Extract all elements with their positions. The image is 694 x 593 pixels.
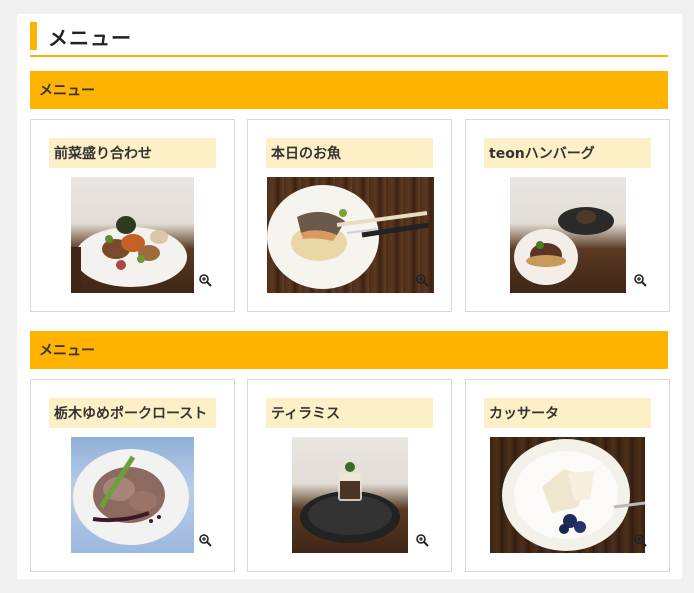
menu-item-photo[interactable] [267, 177, 434, 293]
menu-card[interactable]: teonハンバーグ [465, 119, 670, 312]
menu-item-name: teonハンバーグ [484, 138, 651, 168]
title-accent-bar [30, 22, 37, 50]
menu-item-photo[interactable] [490, 437, 645, 553]
zoom-in-icon[interactable] [416, 534, 429, 547]
menu-card[interactable]: 栃木ゆめポークロースト [30, 379, 235, 572]
menu-item-name: 本日のお魚 [266, 138, 433, 168]
zoom-in-icon[interactable] [634, 274, 647, 287]
menu-card[interactable]: ティラミス [247, 379, 452, 572]
menu-card[interactable]: カッサータ [465, 379, 670, 572]
zoom-in-icon[interactable] [199, 534, 212, 547]
menu-item-name: ティラミス [266, 398, 433, 428]
page-title-text: メニュー [48, 25, 132, 50]
menu-item-photo[interactable] [71, 177, 194, 293]
page-title: メニュー [30, 22, 668, 50]
menu-item-name: 栃木ゆめポークロースト [49, 398, 216, 428]
zoom-in-icon[interactable] [416, 274, 429, 287]
menu-item-photo[interactable] [510, 177, 626, 293]
menu-card[interactable]: 前菜盛り合わせ [30, 119, 235, 312]
menu-item-photo[interactable] [71, 437, 194, 553]
section-heading-2: メニュー [30, 331, 668, 369]
menu-card[interactable]: 本日のお魚 [247, 119, 452, 312]
menu-item-photo[interactable] [292, 437, 408, 553]
zoom-in-icon[interactable] [634, 534, 647, 547]
title-divider [30, 55, 668, 57]
zoom-in-icon[interactable] [199, 274, 212, 287]
menu-item-name: カッサータ [484, 398, 651, 428]
menu-item-name: 前菜盛り合わせ [49, 138, 216, 168]
section-heading-1: メニュー [30, 71, 668, 109]
